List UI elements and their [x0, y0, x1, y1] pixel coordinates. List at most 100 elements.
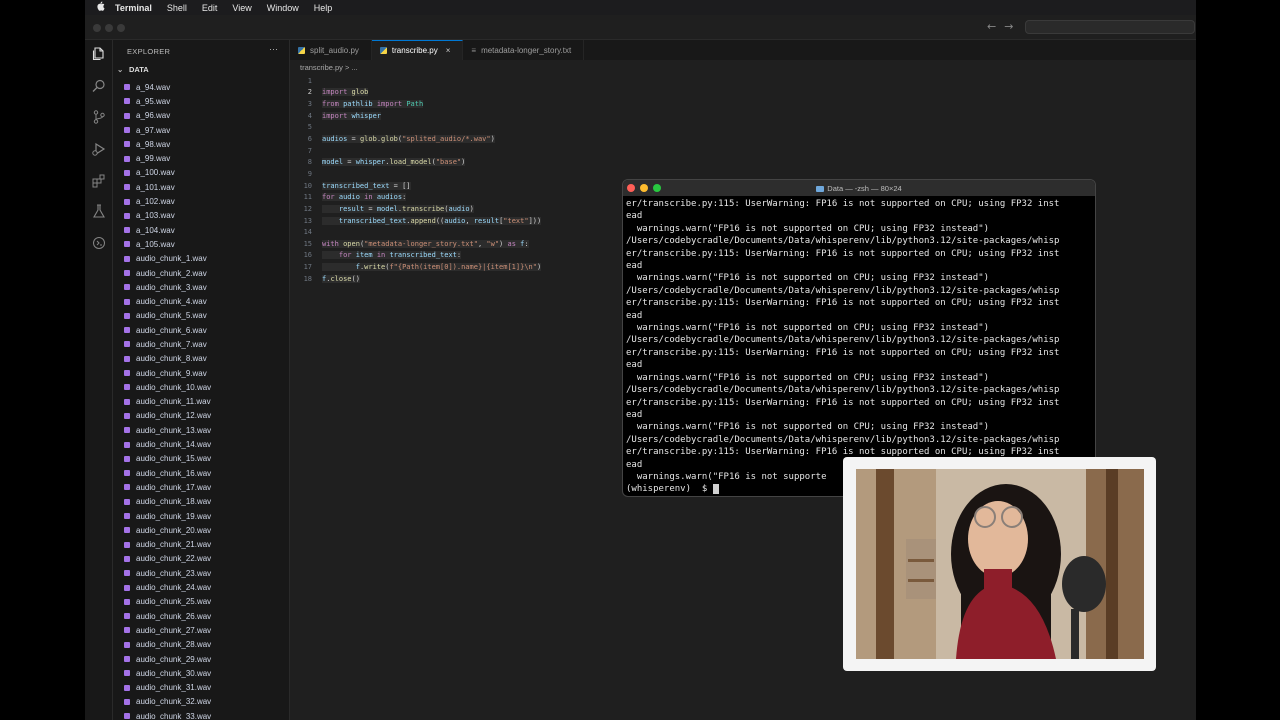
breadcrumb[interactable]: transcribe.py > ... [300, 63, 358, 72]
file-item[interactable]: audio_chunk_9.wav [113, 366, 290, 380]
terminal-minimize-button[interactable] [640, 184, 648, 192]
code-line[interactable]: 8 model = whisper.load_model("base") [290, 156, 1196, 168]
window-zoom-button[interactable] [117, 24, 125, 32]
code-text: from pathlib import Path [322, 100, 424, 109]
file-item[interactable]: audio_chunk_6.wav [113, 323, 290, 337]
command-center-search[interactable] [1025, 20, 1195, 34]
back-arrow-icon[interactable]: ← [987, 20, 1004, 33]
file-item[interactable]: a_103.wav [113, 209, 290, 223]
menu-help[interactable]: Help [314, 3, 333, 13]
file-item[interactable]: audio_chunk_12.wav [113, 409, 290, 423]
file-item[interactable]: audio_chunk_31.wav [113, 680, 290, 694]
file-item[interactable]: audio_chunk_13.wav [113, 423, 290, 437]
tab-split-audio[interactable]: split_audio.py [290, 40, 372, 60]
terminal-close-button[interactable] [627, 184, 635, 192]
extensions-icon[interactable] [91, 173, 107, 189]
code-text: model = whisper.load_model("base") [322, 158, 466, 167]
file-item[interactable]: audio_chunk_21.wav [113, 538, 290, 552]
code-line[interactable]: 2 import glob [290, 87, 1196, 99]
file-item[interactable]: audio_chunk_2.wav [113, 266, 290, 280]
file-item[interactable]: a_97.wav [113, 123, 290, 137]
file-item[interactable]: a_104.wav [113, 223, 290, 237]
file-item[interactable]: audio_chunk_25.wav [113, 595, 290, 609]
code-line[interactable]: 7 [290, 145, 1196, 157]
file-item[interactable]: audio_chunk_19.wav [113, 509, 290, 523]
file-item[interactable]: audio_chunk_23.wav [113, 566, 290, 580]
tab-transcribe[interactable]: transcribe.py × [371, 40, 464, 60]
terminal-zoom-button[interactable] [653, 184, 661, 192]
file-item[interactable]: audio_chunk_27.wav [113, 623, 290, 637]
remote-explorer-icon[interactable] [91, 235, 107, 251]
run-debug-icon[interactable] [91, 141, 107, 157]
file-item[interactable]: audio_chunk_8.wav [113, 352, 290, 366]
nav-arrows[interactable]: ←→ [987, 20, 1021, 33]
file-item[interactable]: audio_chunk_32.wav [113, 695, 290, 709]
file-item[interactable]: audio_chunk_11.wav [113, 395, 290, 409]
file-item[interactable]: audio_chunk_10.wav [113, 380, 290, 394]
file-item[interactable]: audio_chunk_5.wav [113, 309, 290, 323]
source-control-icon[interactable] [91, 109, 107, 125]
file-item[interactable]: a_99.wav [113, 151, 290, 165]
file-label: audio_chunk_33.wav [136, 711, 212, 720]
file-item[interactable]: audio_chunk_4.wav [113, 294, 290, 308]
file-item[interactable]: audio_chunk_3.wav [113, 280, 290, 294]
file-item[interactable]: audio_chunk_18.wav [113, 495, 290, 509]
terminal-title-text: Data — -zsh — 80×24 [827, 183, 902, 193]
python-file-icon [298, 46, 305, 54]
file-label: a_97.wav [136, 125, 171, 135]
window-close-button[interactable] [93, 24, 101, 32]
file-item[interactable]: audio_chunk_22.wav [113, 552, 290, 566]
file-item[interactable]: audio_chunk_16.wav [113, 466, 290, 480]
code-line[interactable]: 5 [290, 122, 1196, 134]
apple-icon[interactable] [85, 1, 115, 14]
file-item[interactable]: audio_chunk_17.wav [113, 480, 290, 494]
audio-file-icon [124, 527, 130, 534]
more-actions-icon[interactable]: ··· [269, 44, 278, 54]
file-item[interactable]: a_102.wav [113, 194, 290, 208]
file-item[interactable]: a_94.wav [113, 80, 290, 94]
code-line[interactable]: 4 import whisper [290, 110, 1196, 122]
explorer-icon[interactable] [91, 46, 107, 62]
menu-view[interactable]: View [232, 3, 251, 13]
file-item[interactable]: audio_chunk_28.wav [113, 638, 290, 652]
code-line[interactable]: 1 [290, 75, 1196, 87]
code-line[interactable]: 6 audios = glob.glob("splited_audio/*.wav… [290, 133, 1196, 145]
presenter-video [856, 469, 1144, 659]
file-item[interactable]: audio_chunk_15.wav [113, 452, 290, 466]
code-line[interactable]: 3 from pathlib import Path [290, 98, 1196, 110]
audio-file-icon [124, 355, 130, 362]
file-item[interactable]: audio_chunk_29.wav [113, 652, 290, 666]
file-item[interactable]: audio_chunk_14.wav [113, 437, 290, 451]
file-label: audio_chunk_7.wav [136, 339, 207, 349]
terminal-line: er/transcribe.py:115: UserWarning: FP16 … [626, 397, 1060, 408]
terminal-window[interactable]: Data — -zsh — 80×24 er/transcribe.py:115… [622, 179, 1096, 497]
terminal-output[interactable]: er/transcribe.py:115: UserWarning: FP16 … [623, 196, 1095, 496]
file-item[interactable]: audio_chunk_33.wav [113, 709, 290, 720]
forward-arrow-icon[interactable]: → [1004, 20, 1021, 33]
audio-file-icon [124, 212, 130, 219]
file-item[interactable]: a_95.wav [113, 94, 290, 108]
menu-shell[interactable]: Shell [167, 3, 187, 13]
file-item[interactable]: audio_chunk_26.wav [113, 609, 290, 623]
file-item[interactable]: audio_chunk_1.wav [113, 252, 290, 266]
file-item[interactable]: audio_chunk_20.wav [113, 523, 290, 537]
file-item[interactable]: a_101.wav [113, 180, 290, 194]
menu-app-name[interactable]: Terminal [115, 3, 152, 13]
file-item[interactable]: a_100.wav [113, 166, 290, 180]
file-item[interactable]: audio_chunk_30.wav [113, 666, 290, 680]
file-label: audio_chunk_8.wav [136, 354, 207, 364]
menu-edit[interactable]: Edit [202, 3, 218, 13]
line-number: 8 [307, 158, 312, 167]
window-minimize-button[interactable] [105, 24, 113, 32]
close-tab-icon[interactable]: × [446, 46, 451, 55]
file-item[interactable]: audio_chunk_24.wav [113, 580, 290, 594]
file-item[interactable]: a_98.wav [113, 137, 290, 151]
testing-icon[interactable] [91, 203, 107, 219]
file-item[interactable]: a_105.wav [113, 237, 290, 251]
file-item[interactable]: audio_chunk_7.wav [113, 337, 290, 351]
menu-window[interactable]: Window [267, 3, 299, 13]
folder-data[interactable]: ⌄ DATA [117, 65, 149, 74]
tab-metadata[interactable]: ≡ metadata-longer_story.txt [463, 40, 585, 60]
search-icon[interactable] [91, 78, 107, 94]
file-item[interactable]: a_96.wav [113, 109, 290, 123]
